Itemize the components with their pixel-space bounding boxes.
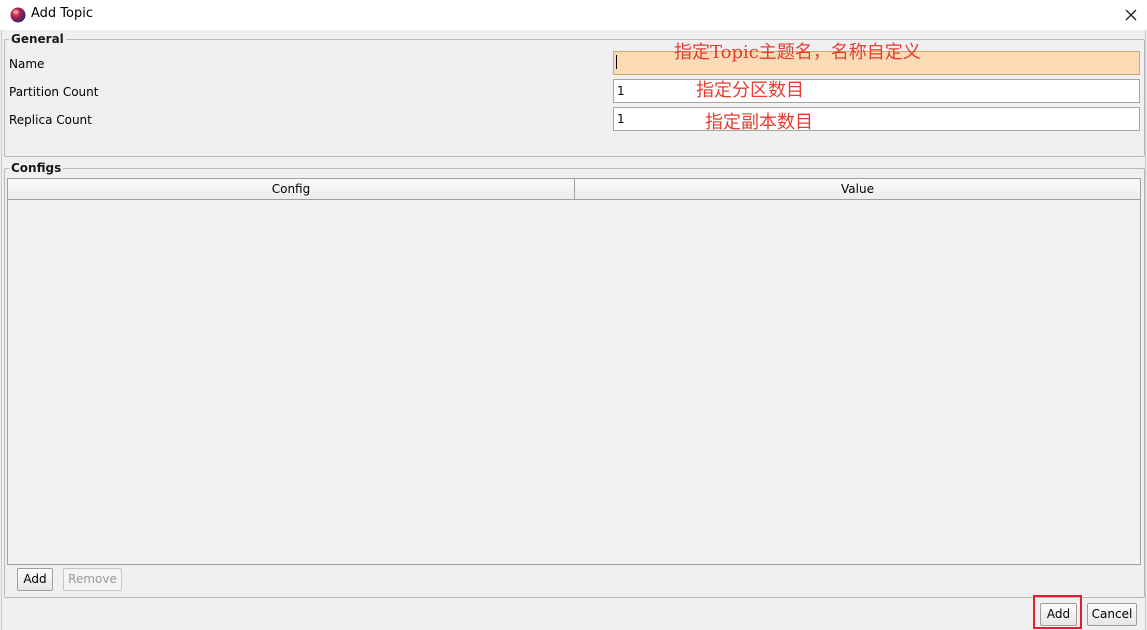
title-bar: Add Topic [0,0,1147,30]
partition-count-label: Partition Count [9,85,99,99]
replica-count-label: Replica Count [9,113,92,127]
partition-count-annotation: 指定分区数目 [696,80,804,101]
window-title: Add Topic [31,6,93,21]
replica-count-input[interactable] [613,107,1140,131]
configs-table[interactable]: Config Value [7,178,1141,565]
close-button[interactable] [1116,3,1146,27]
config-column-header[interactable]: Config [8,179,575,200]
window-border-left [1,30,2,630]
window-border-right [1145,30,1146,630]
add-topic-button[interactable]: Add [1040,603,1077,626]
partition-count-input[interactable] [613,79,1140,103]
app-logo-icon [10,7,26,23]
text-caret [616,55,617,69]
name-annotation: 指定Topic主题名，名称自定义 [674,42,921,63]
remove-config-button[interactable]: Remove [63,568,122,591]
configs-legend: Configs [9,160,64,176]
general-legend: General [9,31,66,47]
name-label: Name [9,57,45,71]
close-icon [1125,9,1137,21]
add-config-button[interactable]: Add [17,568,53,591]
replica-count-annotation: 指定副本数目 [705,112,813,133]
value-column-header[interactable]: Value [575,179,1141,200]
cancel-button[interactable]: Cancel [1087,603,1137,626]
